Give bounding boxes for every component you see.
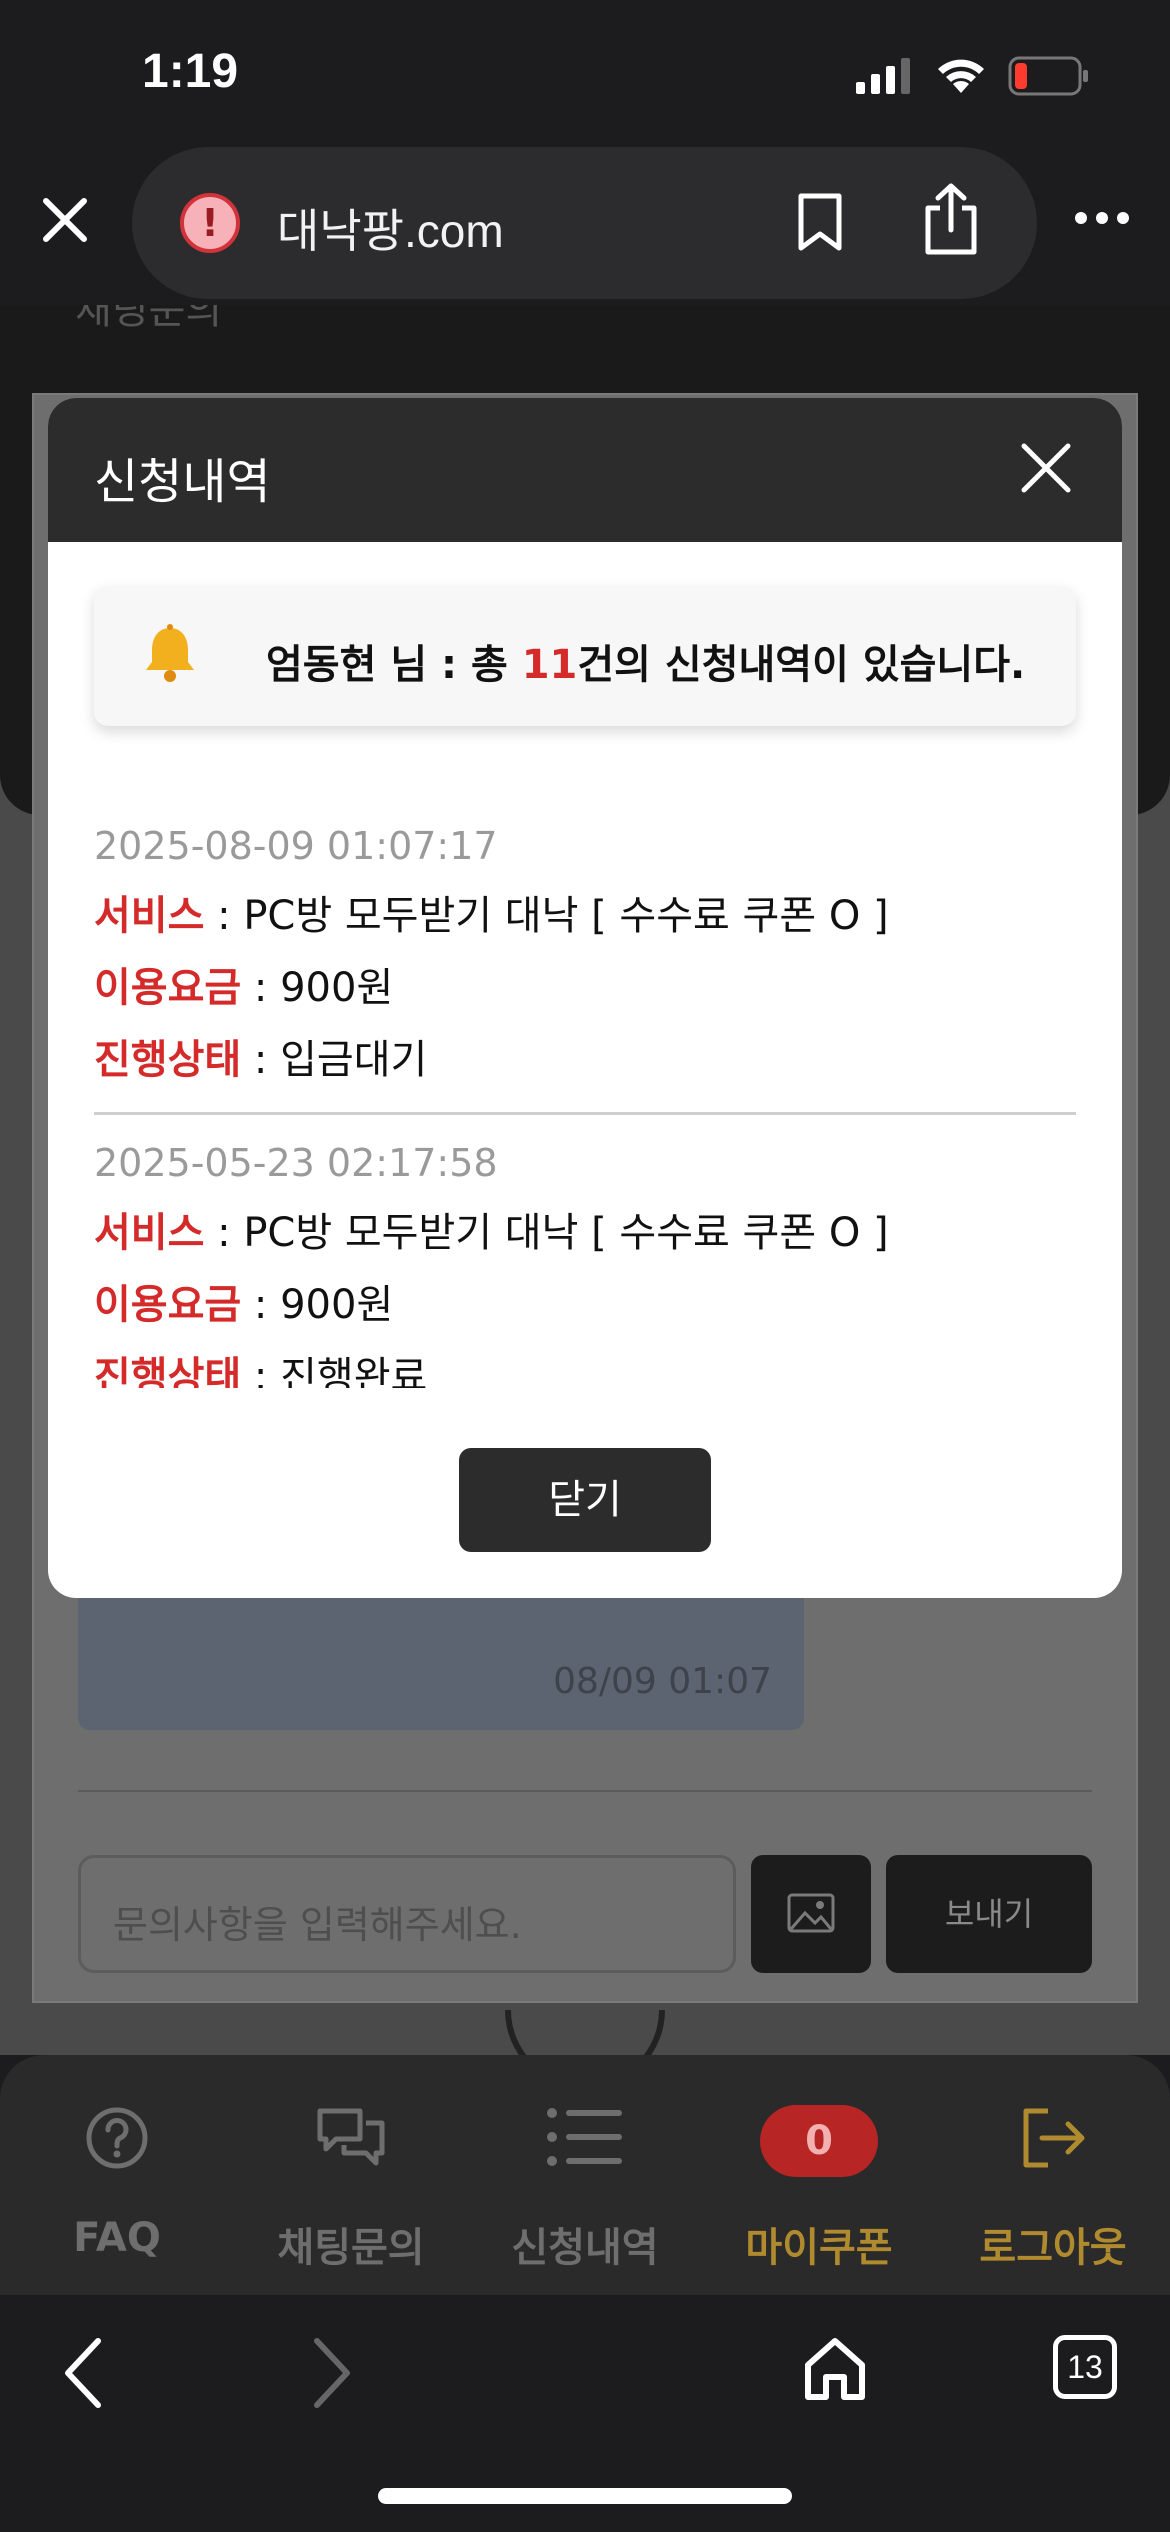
summary-count: 11 bbox=[521, 642, 578, 688]
entry-service-value: : PC방 모두받기 대낙 [ 수수료 쿠폰 O ] bbox=[204, 893, 889, 939]
entry-service: 서비스 : PC방 모두받기 대낙 [ 수수료 쿠폰 O ] bbox=[94, 880, 1076, 952]
address-field[interactable]: ! 대낙팡.com bbox=[132, 147, 1037, 299]
question-circle-icon bbox=[86, 2107, 148, 2169]
url-text: 대낙팡.com bbox=[277, 205, 504, 257]
nav-label-chat: 채팅문의 bbox=[277, 2225, 425, 2271]
chat-message-time: 08/09 01:07 bbox=[553, 1661, 772, 1702]
history-list[interactable]: 2025-08-09 01:07:17 서비스 : PC방 모두받기 대낙 [ … bbox=[94, 798, 1076, 1388]
modal-close-icon[interactable] bbox=[1018, 440, 1074, 496]
entry-fee-value: : 900원 bbox=[241, 965, 394, 1011]
nav-label-coupon: 마이쿠폰 bbox=[745, 2225, 893, 2271]
entry-status-label: 진행상태 bbox=[94, 1037, 242, 1083]
summary-suffix: 건의 신청내역이 있습니다. bbox=[577, 642, 1026, 688]
tabs-button[interactable]: 13 bbox=[1053, 2335, 1117, 2399]
entry-status-value: : 진행완료 bbox=[241, 1354, 428, 1388]
send-button[interactable]: 보내기 bbox=[886, 1855, 1092, 1973]
more-options-icon[interactable] bbox=[1075, 212, 1129, 224]
home-icon[interactable] bbox=[800, 2333, 870, 2403]
wifi-icon bbox=[938, 59, 984, 93]
chat-bubbles-icon bbox=[317, 2108, 385, 2166]
modal-title: 신청내역 bbox=[94, 454, 271, 510]
battery-low-icon bbox=[1008, 56, 1088, 96]
chat-input-placeholder: 문의사항을 입력해주세요. bbox=[113, 1903, 522, 1947]
share-icon[interactable] bbox=[922, 182, 980, 256]
nav-item-logout[interactable]: 로그아웃 bbox=[936, 2055, 1170, 2295]
entry-service-label: 서비스 bbox=[94, 1210, 205, 1256]
entry-service-value: : PC방 모두받기 대낙 [ 수수료 쿠폰 O ] bbox=[204, 1210, 889, 1256]
nav-label-logout: 로그아웃 bbox=[979, 2225, 1127, 2271]
entry-status-value: : 입금대기 bbox=[241, 1037, 428, 1083]
image-upload-button[interactable] bbox=[751, 1855, 871, 1973]
entry-fee-label: 이용요금 bbox=[94, 965, 242, 1011]
entry-status-label: 진행상태 bbox=[94, 1354, 242, 1388]
entry-status: 진행상태 : 입금대기 bbox=[94, 1024, 1076, 1096]
history-summary-notice: 엄동현 님 : 총 11건의 신청내역이 있습니다. bbox=[94, 586, 1076, 726]
list-icon bbox=[547, 2108, 622, 2166]
nav-item-faq[interactable]: FAQ bbox=[0, 2055, 234, 2295]
bell-icon bbox=[146, 624, 194, 682]
modal-header: 신청내역 bbox=[48, 398, 1122, 542]
nav-item-history[interactable]: 신청내역 bbox=[468, 2055, 702, 2295]
status-icons bbox=[856, 56, 1090, 96]
back-arrow-icon[interactable] bbox=[60, 2335, 110, 2411]
chat-input[interactable]: 문의사항을 입력해주세요. bbox=[78, 1855, 736, 1973]
image-icon bbox=[787, 1893, 835, 1933]
entry-status: 진행상태 : 진행완료 bbox=[94, 1341, 1076, 1388]
entry-fee: 이용요금 : 900원 bbox=[94, 1269, 1076, 1341]
close-icon[interactable] bbox=[40, 195, 90, 245]
nav-item-coupon[interactable]: 0 마이쿠폰 bbox=[702, 2055, 936, 2295]
coupon-count-badge: 0 bbox=[760, 2105, 878, 2177]
history-entry: 2025-08-09 01:07:17 서비스 : PC방 모두받기 대낙 [ … bbox=[94, 798, 1076, 1115]
status-bar: 1:19 bbox=[0, 0, 1170, 145]
entry-service-label: 서비스 bbox=[94, 893, 205, 939]
entry-date: 2025-05-23 02:17:58 bbox=[94, 1141, 498, 1185]
entry-service: 서비스 : PC방 모두받기 대낙 [ 수수료 쿠폰 O ] bbox=[94, 1197, 1076, 1269]
browser-url-bar: ! 대낙팡.com bbox=[0, 145, 1170, 305]
entry-fee-label: 이용요금 bbox=[94, 1282, 242, 1328]
entry-fee-value: : 900원 bbox=[241, 1282, 394, 1328]
bookmark-icon[interactable] bbox=[797, 192, 843, 252]
history-modal: 신청내역 엄동현 님 : 총 11건의 신청내역이 있습니다. 2025-08-… bbox=[48, 398, 1122, 1598]
bottom-nav: FAQ 채팅문의 신청내역 0 마이쿠폰 로그아웃 bbox=[0, 2055, 1170, 2295]
signal-icon bbox=[856, 58, 910, 94]
summary-prefix: 엄동현 님 : 총 bbox=[266, 642, 522, 688]
history-entry: 2025-05-23 02:17:58 서비스 : PC방 모두받기 대낙 [ … bbox=[94, 1115, 1076, 1388]
logout-icon bbox=[1023, 2108, 1085, 2168]
close-button[interactable]: 닫기 bbox=[459, 1448, 711, 1552]
nav-label-faq: FAQ bbox=[73, 2215, 161, 2261]
forward-arrow-icon[interactable] bbox=[305, 2335, 355, 2411]
nav-label-history: 신청내역 bbox=[511, 2225, 659, 2271]
entry-date: 2025-08-09 01:07:17 bbox=[94, 824, 498, 868]
warning-icon[interactable]: ! bbox=[180, 193, 240, 253]
entry-fee: 이용요금 : 900원 bbox=[94, 952, 1076, 1024]
nav-item-chat[interactable]: 채팅문의 bbox=[234, 2055, 468, 2295]
status-time: 1:19 bbox=[142, 45, 239, 98]
home-indicator bbox=[378, 2488, 792, 2504]
summary-text: 엄동현 님 : 총 11건의 신청내역이 있습니다. bbox=[266, 632, 1025, 690]
chat-divider bbox=[78, 1790, 1092, 1792]
